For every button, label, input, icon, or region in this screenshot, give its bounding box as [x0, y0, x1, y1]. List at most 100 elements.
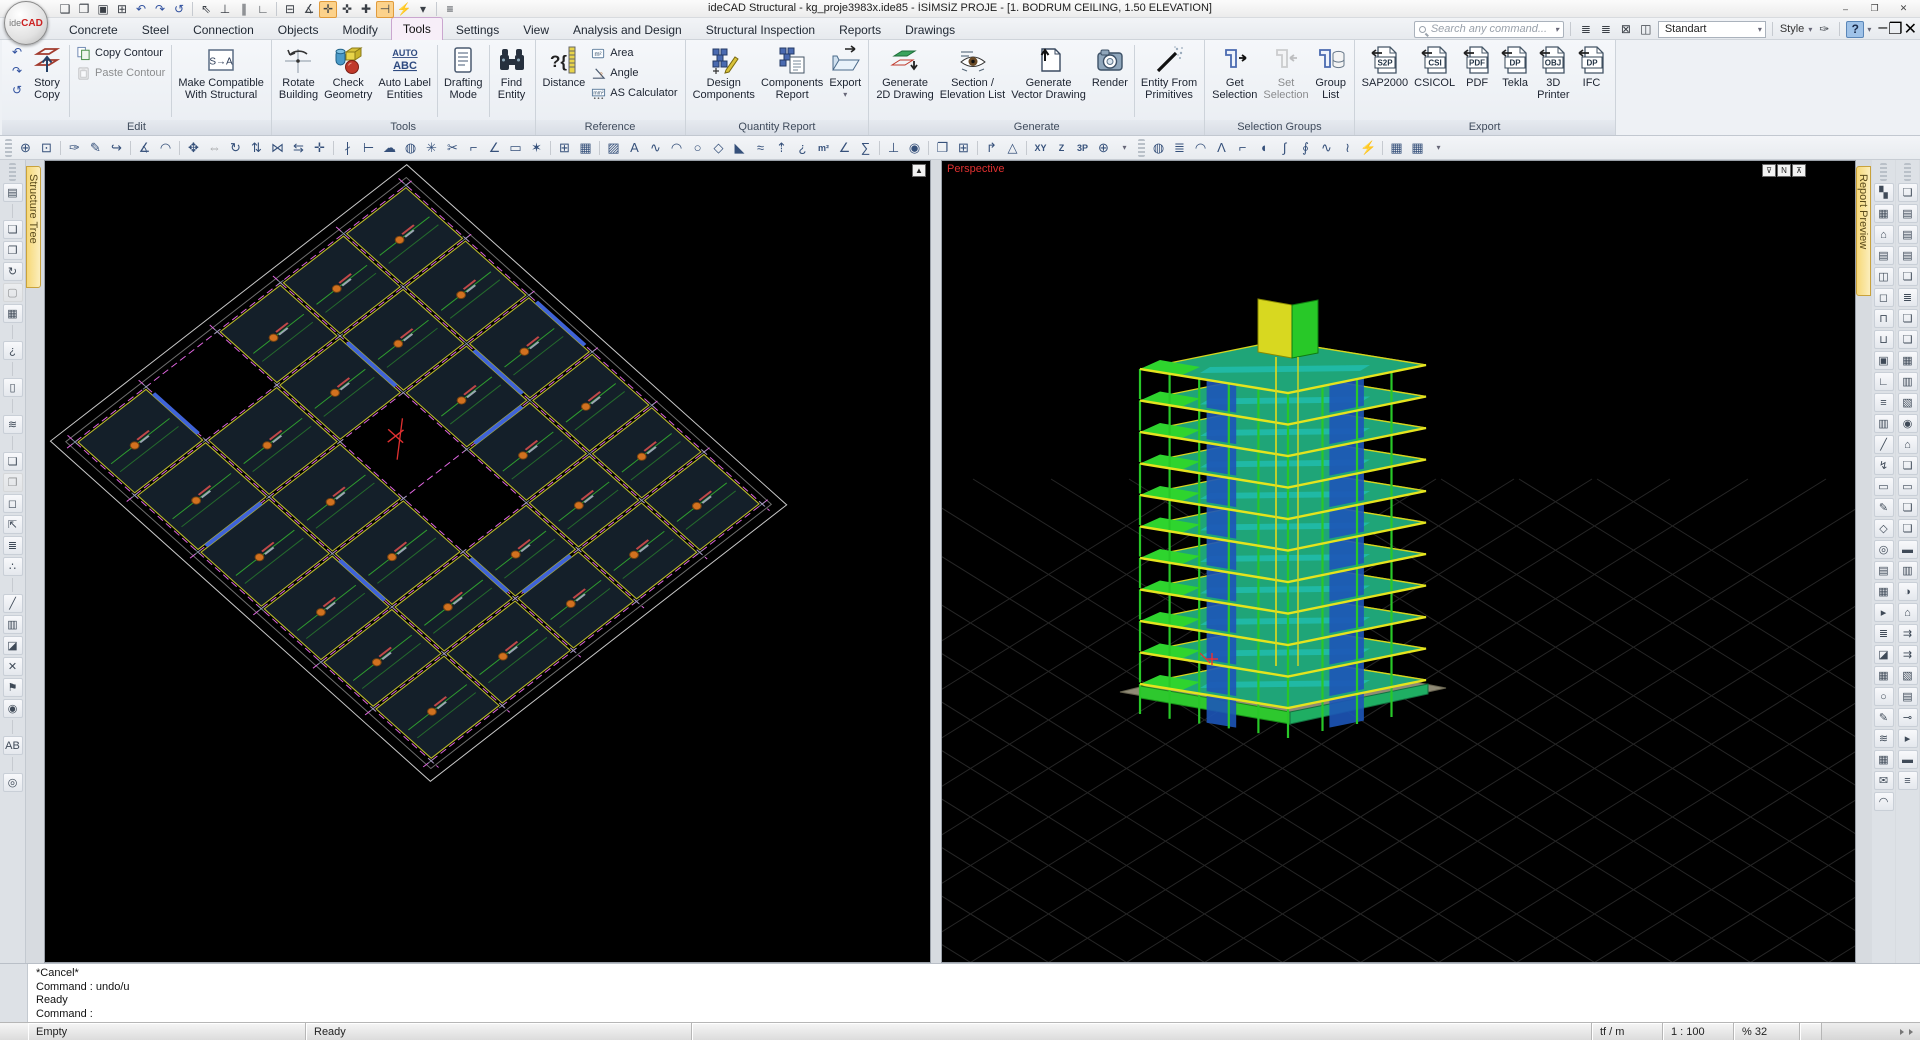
single-window-icon[interactable]: ❐ — [932, 138, 953, 158]
tab-connection[interactable]: Connection — [182, 19, 265, 40]
report-icon[interactable]: ❏ — [1898, 456, 1918, 475]
app-logo[interactable]: ideCAD — [4, 1, 48, 45]
rotate-building-button[interactable]: RotateBuilding — [276, 42, 321, 101]
rotate-icon[interactable]: ↻ — [225, 138, 246, 158]
tool-icon[interactable]: ✉ — [1874, 771, 1894, 790]
go-to-reference-icon[interactable]: ↪ — [106, 138, 127, 158]
toolbar-drag-handle[interactable] — [1880, 163, 1887, 181]
calculator-icon[interactable]: ∑ — [855, 138, 876, 158]
new-file-icon[interactable]: ❑ — [56, 1, 74, 18]
tool-icon[interactable]: ◻ — [1874, 288, 1894, 307]
array-icon[interactable]: ⊞ — [554, 138, 575, 158]
restore-button[interactable]: ❐ — [1860, 1, 1889, 16]
opening-icon[interactable]: ◫ — [1637, 21, 1655, 38]
graph-p-icon[interactable]: ∮ — [1295, 138, 1316, 158]
report-icon[interactable]: ❏ — [1898, 267, 1918, 286]
viewport-2d-plan[interactable]: ▲ — [44, 160, 931, 963]
report-icon[interactable]: ❏ — [1898, 330, 1918, 349]
tab-objects[interactable]: Objects — [267, 19, 330, 40]
extend-icon[interactable]: ⊢ — [358, 138, 379, 158]
tab-structural-inspection[interactable]: Structural Inspection — [695, 19, 826, 40]
eye-level-icon[interactable]: ◉ — [904, 138, 925, 158]
check-geometry-button[interactable]: CheckGeometry — [321, 42, 375, 101]
tool-icon[interactable]: ▦ — [1874, 204, 1894, 223]
revision-cloud-icon[interactable]: ☁ — [379, 138, 400, 158]
table-xy-icon[interactable]: XY — [1030, 138, 1051, 158]
toolbar-drag-handle[interactable] — [1138, 139, 1145, 157]
table-z-icon[interactable]: Z — [1051, 138, 1072, 158]
move-rotate-icon[interactable]: ↻ — [3, 262, 23, 281]
quick-run-icon[interactable]: ⚡ — [395, 1, 413, 18]
trim-icon[interactable]: ∤ — [337, 138, 358, 158]
tab-concrete[interactable]: Concrete — [58, 19, 129, 40]
mirror-horizontal-icon[interactable]: ⇆ — [288, 138, 309, 158]
standart-dropdown-icon[interactable]: ▾ — [1758, 25, 1762, 34]
group-list-button[interactable]: GroupList — [1312, 42, 1350, 101]
ortho-mode-icon[interactable]: ∟ — [254, 1, 272, 18]
report-icon[interactable]: ◉ — [1898, 414, 1918, 433]
drafting-mode-button[interactable]: DraftingMode — [441, 42, 486, 101]
open-file-icon[interactable]: ❒ — [75, 1, 93, 18]
report-icon[interactable]: ⇉ — [1898, 645, 1918, 664]
story-planes-icon[interactable]: ≋ — [3, 415, 23, 434]
zoom-window-icon[interactable]: ⊡ — [36, 138, 57, 158]
mirror-icon[interactable]: ⋈ — [267, 138, 288, 158]
tab-analysis-and-design[interactable]: Analysis and Design — [562, 19, 693, 40]
as-calculator-button[interactable]: mm²AS Calculator — [588, 84, 680, 102]
tool-icon[interactable]: ◪ — [1874, 645, 1894, 664]
object-tracking-icon[interactable]: ⊣ — [376, 1, 394, 18]
north-button[interactable]: N — [1777, 164, 1791, 177]
tool-icon[interactable]: ✎ — [1874, 708, 1894, 727]
structure-tree-tab[interactable]: Structure Tree — [26, 166, 41, 288]
perpendicular-snap-icon[interactable]: ⊥ — [216, 1, 234, 18]
style-button[interactable]: Style — [1779, 21, 1805, 38]
solid-hatch-icon[interactable]: ◣ — [729, 138, 750, 158]
report-icon[interactable]: ▬ — [1898, 540, 1918, 559]
arc-icon[interactable]: ◠ — [666, 138, 687, 158]
explode-icon[interactable]: ✶ — [526, 138, 547, 158]
story-filter-up-button[interactable]: ⊼ — [1792, 164, 1806, 177]
marquee-icon[interactable]: ◻ — [3, 494, 23, 513]
level-icon[interactable]: ⊥ — [883, 138, 904, 158]
text-icon[interactable]: A — [624, 138, 645, 158]
mirror-vertical-icon[interactable]: ⇅ — [246, 138, 267, 158]
chamfer-icon[interactable]: ∠ — [484, 138, 505, 158]
style-dropdown-icon[interactable]: ▾ — [1808, 25, 1812, 34]
tab-modify[interactable]: Modify — [331, 19, 388, 40]
axes-icon[interactable]: △ — [1002, 138, 1023, 158]
panel-icon[interactable]: Λ — [1211, 138, 1232, 158]
get-selection-button[interactable]: GetSelection — [1209, 42, 1260, 101]
standart-combobox[interactable]: Standart ▾ — [1658, 21, 1766, 38]
export-pdf-button[interactable]: PDFPDF — [1458, 42, 1496, 89]
table-rotate-icon[interactable]: ⊕ — [1093, 138, 1114, 158]
tool-icon[interactable]: ▚ — [1874, 183, 1894, 202]
node-snap-icon[interactable]: ✜ — [338, 1, 356, 18]
lightning-icon[interactable]: ⚡ — [1358, 138, 1379, 158]
spline-icon[interactable]: ∿ — [645, 138, 666, 158]
tab-steel[interactable]: Steel — [131, 19, 180, 40]
report-icon[interactable]: ⊸ — [1898, 708, 1918, 727]
graph-2-icon[interactable]: ∿ — [1316, 138, 1337, 158]
status-corner-grip[interactable] — [1822, 1023, 1920, 1040]
tab-reports[interactable]: Reports — [828, 19, 892, 40]
help-button[interactable]: ? — [1846, 21, 1864, 38]
child-close-button[interactable]: ✕ — [1904, 19, 1917, 39]
entity-from-primitives-button[interactable]: Entity FromPrimitives — [1138, 42, 1200, 101]
export-ifc-button[interactable]: DPIFC — [1573, 42, 1611, 89]
tool-icon[interactable]: ○ — [1874, 687, 1894, 706]
fillet-icon[interactable]: ⌐ — [463, 138, 484, 158]
table-select-icon[interactable]: ▦ — [3, 304, 23, 323]
copy-contour-button[interactable]: Copy Contour — [73, 44, 168, 62]
parallel-snap-icon[interactable]: ∥ — [235, 1, 253, 18]
tool-icon[interactable]: ⌂ — [1874, 225, 1894, 244]
tool-icon[interactable]: ◇ — [1874, 519, 1894, 538]
tool-icon[interactable]: ╱ — [1874, 435, 1894, 454]
export-3d-printer-button[interactable]: OBJ3DPrinter — [1534, 42, 1572, 101]
table-icon[interactable]: ▦ — [1407, 138, 1428, 158]
area-button[interactable]: m²Area — [588, 44, 680, 62]
zoom-realtime-icon[interactable]: ⊕ — [15, 138, 36, 158]
image-icon[interactable]: ▨ — [603, 138, 624, 158]
arc-measure-icon[interactable]: ◠ — [155, 138, 176, 158]
export-quantity-button[interactable]: Export▾ — [826, 42, 864, 101]
tool-icon[interactable]: ⊓ — [1874, 309, 1894, 328]
